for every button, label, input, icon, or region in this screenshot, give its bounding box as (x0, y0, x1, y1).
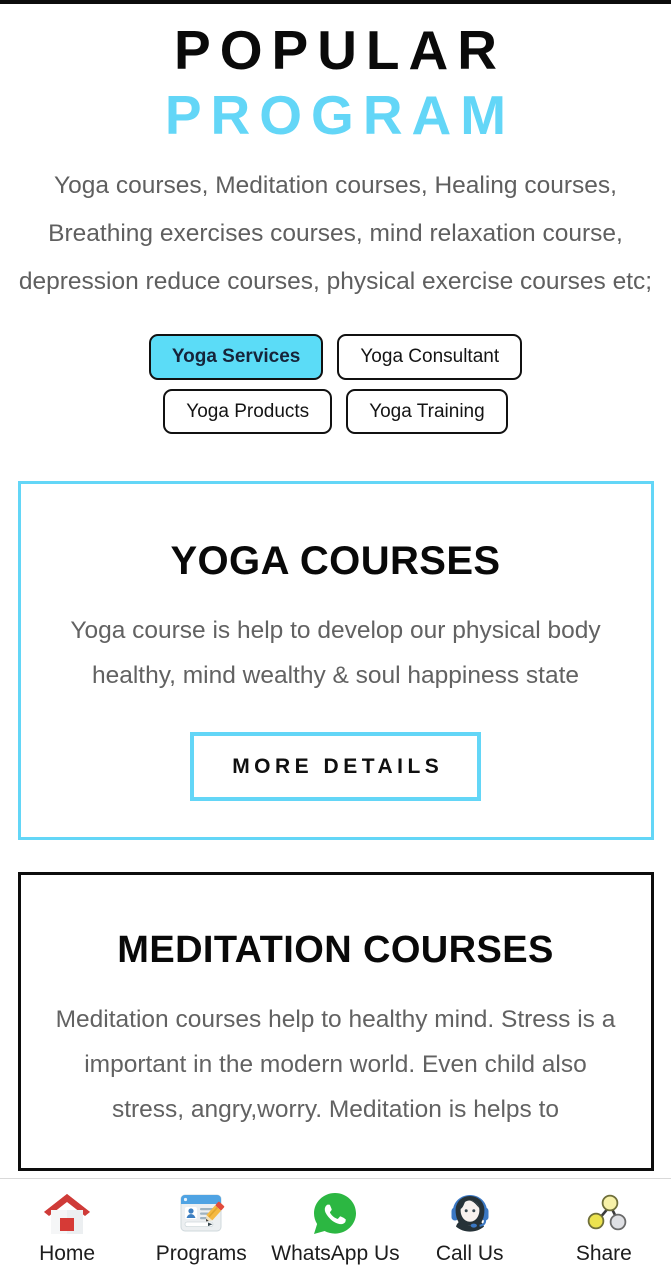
course-card-description: Meditation courses help to healthy mind.… (55, 1005, 616, 1123)
nav-label-whatsapp: WhatsApp Us (271, 1242, 400, 1265)
tab-yoga-consultant[interactable]: Yoga Consultant (337, 333, 523, 380)
nav-item-whatsapp[interactable]: WhatsApp Us (268, 1188, 402, 1265)
page-content: POPULAR PROGRAM Yoga courses, Meditation… (0, 4, 671, 1178)
app-root: POPULAR PROGRAM Yoga courses, Meditation… (0, 0, 671, 1280)
more-details-button[interactable]: MORE DETAILS (189, 732, 482, 802)
course-card-title: YOGA COURSES (170, 539, 501, 584)
intro-paragraph: Yoga courses, Meditation courses, Healin… (18, 171, 653, 295)
tab-yoga-services[interactable]: Yoga Services (148, 333, 324, 380)
nav-item-share[interactable]: Share (537, 1188, 671, 1265)
nav-label-share: Share (575, 1242, 632, 1265)
nav-item-home[interactable]: Home (0, 1188, 134, 1265)
category-tab-group: Yoga Services Yoga Consultant Yoga Produ… (0, 333, 671, 435)
nav-label-programs: Programs (155, 1242, 247, 1265)
support-agent-icon (443, 1188, 497, 1238)
page-title-line-accent: PROGRAM (164, 83, 516, 146)
home-icon (40, 1188, 94, 1238)
course-card-title: MEDITATION COURSES (117, 929, 554, 972)
course-card-yoga: YOGA COURSES Yoga course is help to deve… (17, 481, 654, 841)
course-card-cta-row: MORE DETAILS (47, 732, 625, 802)
course-card-description: Yoga course is help to develop our physi… (70, 617, 601, 690)
tab-yoga-training[interactable]: Yoga Training (346, 388, 508, 435)
nav-label-home: Home (39, 1242, 96, 1265)
course-card-meditation: MEDITATION COURSES Meditation courses he… (17, 872, 654, 1171)
page-title-line-primary: POPULAR (174, 19, 506, 81)
bottom-navigation-bar: Home Programs WhatsApp Us Call Us Share (0, 1178, 671, 1280)
tab-yoga-products[interactable]: Yoga Products (163, 388, 333, 435)
programs-form-icon (174, 1188, 228, 1238)
nav-item-call-us[interactable]: Call Us (403, 1188, 537, 1265)
whatsapp-icon (308, 1188, 362, 1238)
share-nodes-icon (577, 1188, 631, 1238)
page-title: POPULAR PROGRAM (0, 4, 671, 148)
nav-item-programs[interactable]: Programs (134, 1188, 268, 1265)
nav-label-call-us: Call Us (435, 1242, 504, 1265)
